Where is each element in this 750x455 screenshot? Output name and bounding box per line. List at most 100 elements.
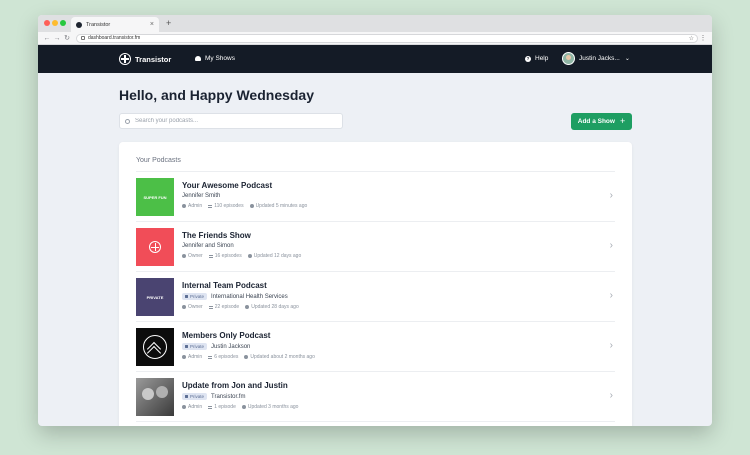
close-tab-icon[interactable]: × xyxy=(150,21,154,28)
my-shows-link[interactable]: My Shows xyxy=(195,55,235,62)
podcast-author-line: Private Transistor.fm xyxy=(182,393,304,400)
add-show-label: Add a Show xyxy=(577,118,615,125)
url-text: dashboard.transistor.fm xyxy=(88,35,141,41)
updated: Updated 28 days ago xyxy=(245,304,299,310)
chevron-right-icon[interactable]: › xyxy=(610,390,613,401)
episodes: 1 episode xyxy=(208,404,236,410)
url-field[interactable]: dashboard.transistor.fm ☆ xyxy=(76,33,698,43)
artwork-text: SUPER FUN xyxy=(143,194,167,200)
episodes: 6 episodes xyxy=(208,354,238,360)
role-text: Owner xyxy=(188,304,203,310)
podcast-row[interactable]: Members Only Podcast Private Justin Jack… xyxy=(136,322,615,372)
list-icon xyxy=(208,355,213,359)
search-input[interactable] xyxy=(135,118,342,124)
updated: Updated 12 days ago xyxy=(247,253,302,259)
private-label: Private xyxy=(190,294,205,299)
updated-text: Updated 12 days ago xyxy=(253,253,302,259)
podcast-info: Members Only Podcast Private Justin Jack… xyxy=(182,331,321,360)
updated: Updated 3 months ago xyxy=(241,404,298,410)
avatar xyxy=(562,52,575,65)
chevron-right-icon[interactable]: › xyxy=(610,340,613,351)
back-arrow-icon[interactable]: ← xyxy=(42,33,52,44)
private-badge: Private xyxy=(182,293,208,300)
podcast-author: Justin Jackson xyxy=(211,343,251,350)
user-name: Justin Jacks... xyxy=(579,55,620,62)
podcast-author-line: Private International Health Services xyxy=(182,293,305,300)
private-badge: Private xyxy=(182,393,208,400)
podcast-name[interactable]: Internal Team Podcast xyxy=(182,281,305,290)
forward-arrow-icon[interactable]: → xyxy=(52,33,62,44)
person-icon xyxy=(182,405,186,409)
chevron-right-icon[interactable]: › xyxy=(610,190,613,201)
podcast-name[interactable]: Members Only Podcast xyxy=(182,331,321,340)
episodes-text: 6 episodes xyxy=(214,354,239,360)
crosshair-logo-icon xyxy=(149,241,161,253)
chevron-right-icon[interactable]: › xyxy=(610,240,613,251)
browser-window: Transistor × + ← → ↻ dashboard.transisto… xyxy=(38,15,712,426)
transistor-logo[interactable]: Transistor xyxy=(119,53,171,65)
new-tab-button[interactable]: + xyxy=(166,17,171,30)
podcast-name[interactable]: Your Awesome Podcast xyxy=(182,181,313,190)
podcast-artwork xyxy=(136,228,174,266)
podcast-name[interactable]: The Friends Show xyxy=(182,231,307,240)
close-window-button[interactable] xyxy=(44,20,50,26)
podcast-meta: Owner 16 episodes Updated 12 days ago xyxy=(182,253,307,259)
browser-menu-icon[interactable]: ⋮ xyxy=(698,34,708,42)
role: Owner xyxy=(182,304,203,310)
clock-icon xyxy=(241,405,246,409)
transistor-favicon-icon xyxy=(76,21,82,28)
my-shows-label: My Shows xyxy=(205,55,235,62)
browser-tab[interactable]: Transistor × xyxy=(71,17,159,32)
main-content: Hello, and Happy Wednesday Add a Show + … xyxy=(38,73,712,426)
podcast-artwork: PRIVATE xyxy=(136,278,174,316)
episodes-text: 16 episodes xyxy=(214,253,242,259)
tab-title: Transistor xyxy=(86,21,111,28)
podcast-author: Jennifer and Simon xyxy=(182,243,234,249)
add-show-button[interactable]: Add a Show + xyxy=(571,113,632,130)
role-text: Admin xyxy=(188,203,203,209)
role: Admin xyxy=(182,203,202,209)
app-navbar: Transistor My Shows ? Help Justin Jacks.… xyxy=(38,45,712,73)
search-icon xyxy=(125,118,130,124)
private-label: Private xyxy=(190,394,205,399)
list-icon xyxy=(208,305,213,309)
search-box[interactable] xyxy=(119,113,343,129)
reload-icon[interactable]: ↻ xyxy=(62,33,72,44)
bookmark-star-icon[interactable]: ☆ xyxy=(689,35,694,42)
podcast-row[interactable]: PRIVATE Internal Team Podcast Private In… xyxy=(136,272,615,322)
episodes-text: 22 episode xyxy=(214,304,240,310)
shows-icon xyxy=(195,56,201,61)
clock-icon xyxy=(245,305,250,309)
podcast-row[interactable]: Update from Jon and Justin Private Trans… xyxy=(136,372,615,422)
lock-icon xyxy=(81,36,85,40)
podcast-info: Your Awesome Podcast Jennifer Smith Admi… xyxy=(182,181,313,209)
podcast-artwork xyxy=(136,328,174,366)
podcast-author-line: Private Justin Jackson xyxy=(182,343,321,350)
episodes-text: 110 episodes xyxy=(214,203,244,209)
role: Admin xyxy=(182,404,202,410)
podcast-artwork: SUPER FUN xyxy=(136,178,174,216)
user-menu[interactable]: Justin Jacks... ⌄ xyxy=(562,52,630,65)
podcast-row[interactable]: The Friends Show Jennifer and Simon Owne… xyxy=(136,222,615,272)
clock-icon xyxy=(249,204,254,208)
help-link[interactable]: ? Help xyxy=(525,55,548,62)
role: Owner xyxy=(182,253,203,259)
podcast-info: Update from Jon and Justin Private Trans… xyxy=(182,381,304,410)
podcast-name[interactable]: Update from Jon and Justin xyxy=(182,381,304,390)
chevron-right-icon[interactable]: › xyxy=(610,290,613,301)
podcast-row[interactable]: SUPER FUN Your Awesome Podcast Jennifer … xyxy=(136,172,615,222)
brand-name: Transistor xyxy=(135,54,172,64)
help-icon: ? xyxy=(525,55,531,62)
role-text: Admin xyxy=(188,404,203,410)
minimize-window-button[interactable] xyxy=(52,20,58,26)
podcast-meta: Admin 6 episodes Updated about 2 months … xyxy=(182,354,321,360)
chevron-down-icon: ⌄ xyxy=(624,56,630,62)
role-text: Admin xyxy=(188,354,203,360)
podcast-meta: Admin 1 episode Updated 3 months ago xyxy=(182,404,304,410)
person-icon xyxy=(182,355,186,359)
private-badge: Private xyxy=(182,343,208,350)
artwork-text: PRIVATE xyxy=(146,294,164,300)
podcast-info: Internal Team Podcast Private Internatio… xyxy=(182,281,305,310)
maximize-window-button[interactable] xyxy=(60,20,66,26)
updated: Updated about 2 months ago xyxy=(244,354,315,360)
